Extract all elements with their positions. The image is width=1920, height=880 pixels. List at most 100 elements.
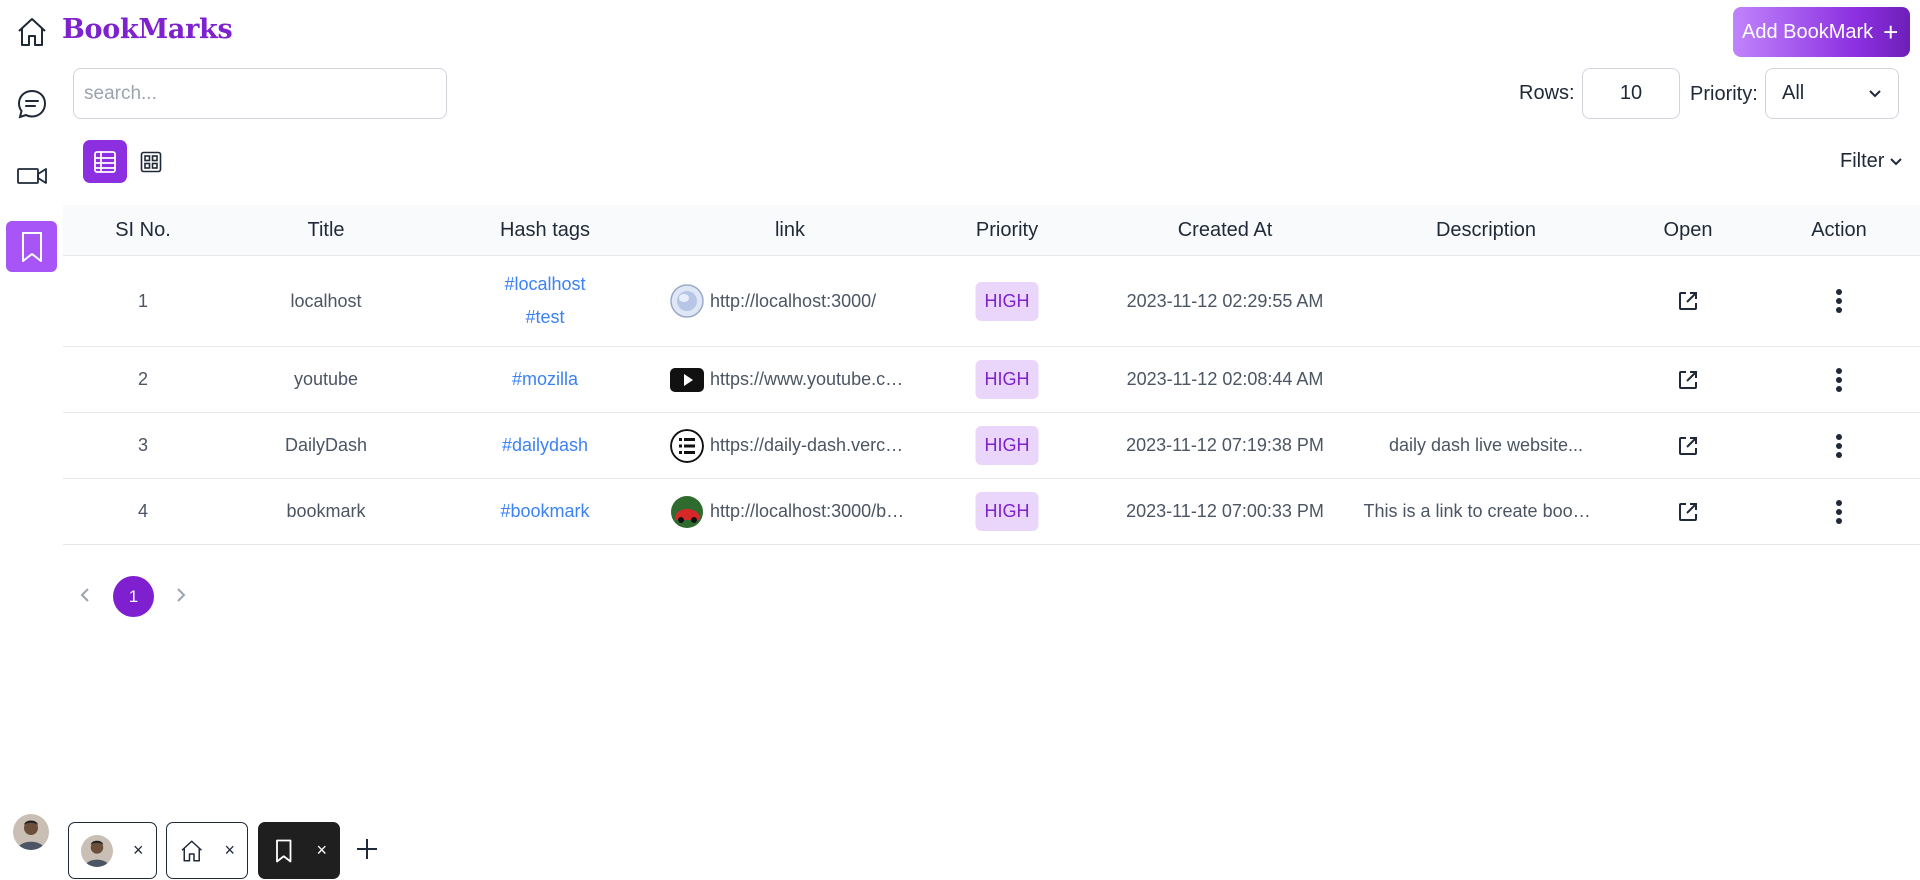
close-tab-button[interactable]: ×: [316, 840, 327, 861]
add-bookmark-button[interactable]: Add BookMark +: [1733, 7, 1910, 57]
row-title: bookmark: [286, 501, 366, 521]
plus-icon: +: [1883, 17, 1899, 47]
row-link-url: http://localhost:3000/: [710, 290, 877, 311]
avatar: [81, 834, 113, 867]
chevron-down-icon: [1890, 157, 1903, 165]
bottom-tab-home[interactable]: ×: [166, 822, 248, 879]
row-priority: HIGH: [975, 413, 1039, 478]
open-link-button[interactable]: [1677, 479, 1699, 544]
bookmark-icon: [276, 839, 292, 862]
more-vertical-icon: [1836, 367, 1842, 392]
row-description: daily dash live website...: [1389, 413, 1583, 478]
rows-input[interactable]: [1582, 68, 1680, 119]
priority-badge: HIGH: [975, 281, 1039, 321]
row-priority: HIGH: [975, 347, 1039, 412]
close-tab-button[interactable]: ×: [133, 840, 144, 861]
row-priority: HIGH: [975, 256, 1039, 346]
row-created-at: 2023-11-12 07:00:33 PM: [1126, 501, 1324, 521]
search-input[interactable]: [73, 68, 447, 119]
app-brand: BookMarks: [62, 14, 233, 45]
column-header-created-at: Created At: [1177, 219, 1273, 241]
open-link-button[interactable]: [1677, 347, 1699, 412]
user-avatar[interactable]: [13, 814, 49, 850]
row-description-text: This is a link to create bookmarks: [1363, 501, 1599, 521]
row-actions-button[interactable]: [1835, 479, 1843, 544]
column-header-link: link: [774, 219, 806, 241]
more-vertical-icon: [1836, 499, 1842, 524]
row-link-url: http://localhost:3000/bookmarks: [710, 501, 910, 521]
priority-badge: HIGH: [975, 492, 1039, 531]
pagination-prev-button[interactable]: [80, 583, 90, 609]
hash-tag[interactable]: #test: [525, 307, 564, 328]
sidebar-item-chat[interactable]: [6, 78, 57, 129]
row-hash-tags: #bookmark: [500, 479, 589, 544]
external-link-icon: [1679, 502, 1697, 521]
hash-tag[interactable]: #localhost: [504, 274, 585, 295]
row-created-at: 2023-11-12 07:19:38 PM: [1126, 435, 1324, 455]
sidebar-item-video[interactable]: [6, 150, 57, 201]
sidebar-item-bookmarks[interactable]: [6, 221, 57, 272]
row-created-at: 2023-11-12 02:29:55 AM: [1126, 290, 1324, 311]
close-tab-button[interactable]: ×: [224, 840, 235, 861]
row-link[interactable]: http://localhost:3000/bookmarks: [670, 479, 910, 544]
priority-badge: HIGH: [975, 426, 1039, 465]
filter-dropdown[interactable]: Filter: [1840, 150, 1903, 173]
row-number: 3: [137, 435, 149, 455]
sidebar: [0, 0, 64, 880]
row-link-url: https://daily-dash.vercel.app/: [710, 435, 910, 455]
row-priority: HIGH: [975, 479, 1039, 544]
row-actions-button[interactable]: [1835, 347, 1843, 412]
video-camera-icon: [16, 167, 47, 184]
table-row: 3 DailyDash #dailydash https://daily-das…: [63, 413, 1920, 479]
external-link-icon: [1679, 370, 1697, 389]
chevron-left-icon: [80, 588, 89, 602]
filter-label: Filter: [1840, 150, 1885, 172]
bottom-tab-bookmarks[interactable]: ×: [258, 822, 340, 879]
priority-select[interactable]: All: [1765, 68, 1899, 119]
row-description: This is a link to create bookmarks: [1364, 479, 1599, 544]
table-view-button[interactable]: [83, 140, 127, 183]
more-vertical-icon: [1836, 433, 1842, 458]
row-title: localhost: [290, 290, 362, 311]
table-header: SI No. Title Hash tags link Priority Cre…: [63, 205, 1920, 256]
open-link-button[interactable]: [1677, 413, 1699, 478]
column-header-title: Title: [307, 219, 345, 241]
row-number: 2: [137, 369, 149, 389]
new-tab-button[interactable]: [355, 833, 379, 867]
row-actions-button[interactable]: [1835, 413, 1843, 478]
column-header-description: Description: [1435, 219, 1537, 241]
grid-view-button[interactable]: [129, 140, 173, 183]
row-title: youtube: [293, 369, 359, 389]
column-header-si-no: SI No.: [115, 219, 171, 241]
plus-icon: [357, 839, 377, 859]
hash-tag[interactable]: #bookmark: [500, 501, 589, 522]
row-created-at: 2023-11-12 02:08:44 AM: [1126, 369, 1324, 389]
youtube-favicon-icon: [670, 367, 704, 392]
row-actions-button[interactable]: [1835, 256, 1843, 346]
hash-tag[interactable]: #dailydash: [502, 435, 588, 456]
row-title: DailyDash: [284, 435, 368, 455]
row-link[interactable]: http://localhost:3000/: [670, 256, 876, 346]
table-row: 4 bookmark #bookmark http://localhost:30…: [63, 479, 1920, 545]
add-bookmark-label: Add BookMark: [1742, 20, 1874, 43]
bottom-tab-profile[interactable]: ×: [68, 822, 157, 879]
row-link[interactable]: https://daily-dash.vercel.app/: [670, 413, 910, 478]
avatar-icon: [81, 834, 113, 867]
pagination-page-1[interactable]: 1: [113, 576, 154, 617]
row-hash-tags: #localhost #test: [504, 256, 585, 346]
list-favicon-icon: [670, 428, 704, 463]
hash-tag[interactable]: #mozilla: [512, 369, 578, 390]
chevron-down-icon: [1869, 89, 1881, 97]
column-header-open: Open: [1663, 219, 1713, 241]
external-link-icon: [1679, 292, 1697, 310]
table-row: 2 youtube #mozilla https://www.youtube.c…: [63, 347, 1920, 413]
priority-select-value: All: [1782, 82, 1805, 104]
sidebar-item-home[interactable]: [6, 6, 57, 57]
rows-label: Rows:: [1519, 82, 1575, 104]
row-number: 4: [137, 501, 149, 521]
bookmark-icon: [21, 231, 42, 262]
open-link-button[interactable]: [1677, 256, 1699, 346]
chat-bubble-icon: [17, 89, 46, 119]
pagination-next-button[interactable]: [176, 583, 186, 609]
row-link[interactable]: https://www.youtube.com/: [670, 347, 910, 412]
